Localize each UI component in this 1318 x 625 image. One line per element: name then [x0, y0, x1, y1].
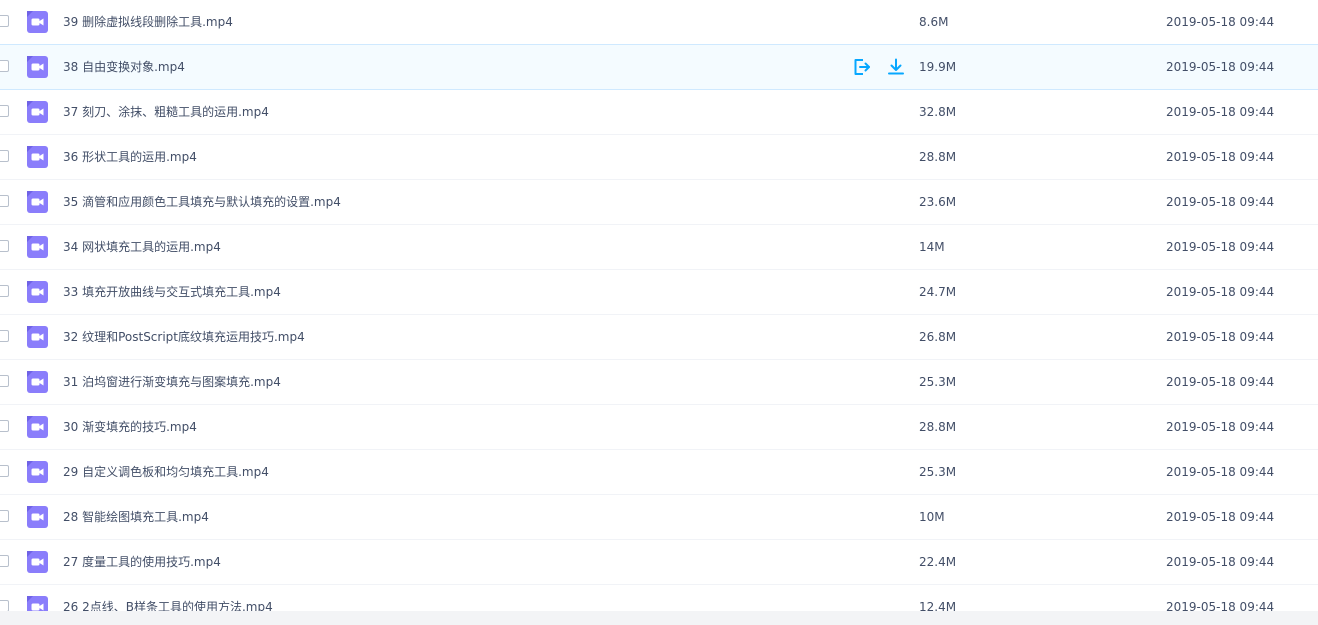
- file-row[interactable]: 26 2点线、B样条工具的使用方法.mp4 12.4M 2019-05-18 0…: [0, 585, 1318, 611]
- file-row[interactable]: 29 自定义调色板和均匀填充工具.mp4 25.3M 2019-05-18 09…: [0, 450, 1318, 495]
- file-list: 39 删除虚拟线段删除工具.mp4 8.6M 2019-05-18 09:44 …: [0, 0, 1318, 611]
- file-size: 8.6M: [919, 15, 949, 29]
- file-row[interactable]: 39 删除虚拟线段删除工具.mp4 8.6M 2019-05-18 09:44: [0, 0, 1318, 45]
- modified-date: 2019-05-18 09:44: [1166, 285, 1275, 299]
- file-size: 24.7M: [919, 285, 957, 299]
- row-checkbox[interactable]: [0, 240, 9, 252]
- video-file-icon: [27, 596, 48, 611]
- download-icon[interactable]: [886, 57, 906, 77]
- video-file-icon: [27, 371, 48, 393]
- modified-date: 2019-05-18 09:44: [1166, 375, 1275, 389]
- file-name[interactable]: 36 形状工具的运用.mp4: [63, 135, 197, 179]
- row-actions: [852, 57, 906, 77]
- row-checkbox[interactable]: [0, 150, 9, 162]
- video-file-icon: [27, 56, 48, 78]
- modified-date: 2019-05-18 09:44: [1166, 330, 1275, 344]
- file-size: 22.4M: [919, 555, 957, 569]
- row-checkbox[interactable]: [0, 465, 9, 477]
- video-file-icon: [27, 281, 48, 303]
- file-name[interactable]: 26 2点线、B样条工具的使用方法.mp4: [63, 585, 273, 611]
- file-size: 23.6M: [919, 195, 957, 209]
- share-icon[interactable]: [852, 57, 872, 77]
- row-checkbox[interactable]: [0, 420, 9, 432]
- video-file-icon: [27, 326, 48, 348]
- file-name[interactable]: 27 度量工具的使用技巧.mp4: [63, 540, 221, 584]
- video-file-icon: [27, 416, 48, 438]
- file-name[interactable]: 33 填充开放曲线与交互式填充工具.mp4: [63, 270, 281, 314]
- video-file-icon: [27, 146, 48, 168]
- file-name[interactable]: 39 删除虚拟线段删除工具.mp4: [63, 0, 233, 44]
- file-size: 28.8M: [919, 420, 957, 434]
- file-size: 26.8M: [919, 330, 957, 344]
- file-row[interactable]: 31 泊坞窗进行渐变填充与图案填充.mp4 25.3M 2019-05-18 0…: [0, 360, 1318, 405]
- file-name[interactable]: 37 刻刀、涂抹、粗糙工具的运用.mp4: [63, 90, 269, 134]
- file-row[interactable]: 34 网状填充工具的运用.mp4 14M 2019-05-18 09:44: [0, 225, 1318, 270]
- file-row[interactable]: 38 自由变换对象.mp4 19.9M 2019-05-18 09:44: [0, 44, 1318, 90]
- file-row[interactable]: 32 纹理和PostScript底纹填充运用技巧.mp4 26.8M 2019-…: [0, 315, 1318, 360]
- modified-date: 2019-05-18 09:44: [1166, 510, 1275, 524]
- video-file-icon: [27, 461, 48, 483]
- file-size: 19.9M: [919, 60, 957, 74]
- video-file-icon: [27, 551, 48, 573]
- file-row[interactable]: 35 滴管和应用颜色工具填充与默认填充的设置.mp4 23.6M 2019-05…: [0, 180, 1318, 225]
- file-name[interactable]: 32 纹理和PostScript底纹填充运用技巧.mp4: [63, 315, 305, 359]
- file-size: 32.8M: [919, 105, 957, 119]
- modified-date: 2019-05-18 09:44: [1166, 465, 1275, 479]
- row-checkbox[interactable]: [0, 105, 9, 117]
- file-row[interactable]: 30 渐变填充的技巧.mp4 28.8M 2019-05-18 09:44: [0, 405, 1318, 450]
- file-row[interactable]: 33 填充开放曲线与交互式填充工具.mp4 24.7M 2019-05-18 0…: [0, 270, 1318, 315]
- file-size: 25.3M: [919, 375, 957, 389]
- row-checkbox[interactable]: [0, 285, 9, 297]
- horizontal-scrollbar[interactable]: [0, 611, 1318, 625]
- row-checkbox[interactable]: [0, 15, 9, 27]
- file-name[interactable]: 31 泊坞窗进行渐变填充与图案填充.mp4: [63, 360, 281, 404]
- file-name[interactable]: 35 滴管和应用颜色工具填充与默认填充的设置.mp4: [63, 180, 341, 224]
- modified-date: 2019-05-18 09:44: [1166, 600, 1275, 611]
- file-name[interactable]: 28 智能绘图填充工具.mp4: [63, 495, 209, 539]
- file-row[interactable]: 37 刻刀、涂抹、粗糙工具的运用.mp4 32.8M 2019-05-18 09…: [0, 90, 1318, 135]
- file-size: 14M: [919, 240, 945, 254]
- file-size: 25.3M: [919, 465, 957, 479]
- video-file-icon: [27, 101, 48, 123]
- modified-date: 2019-05-18 09:44: [1166, 150, 1275, 164]
- file-size: 28.8M: [919, 150, 957, 164]
- modified-date: 2019-05-18 09:44: [1166, 15, 1275, 29]
- file-row[interactable]: 28 智能绘图填充工具.mp4 10M 2019-05-18 09:44: [0, 495, 1318, 540]
- modified-date: 2019-05-18 09:44: [1166, 420, 1275, 434]
- row-checkbox[interactable]: [0, 195, 9, 207]
- row-checkbox[interactable]: [0, 330, 9, 342]
- modified-date: 2019-05-18 09:44: [1166, 195, 1275, 209]
- file-name[interactable]: 34 网状填充工具的运用.mp4: [63, 225, 221, 269]
- file-name[interactable]: 38 自由变换对象.mp4: [63, 45, 185, 89]
- modified-date: 2019-05-18 09:44: [1166, 555, 1275, 569]
- row-checkbox[interactable]: [0, 600, 9, 611]
- file-row[interactable]: 36 形状工具的运用.mp4 28.8M 2019-05-18 09:44: [0, 135, 1318, 180]
- file-name[interactable]: 30 渐变填充的技巧.mp4: [63, 405, 197, 449]
- video-file-icon: [27, 506, 48, 528]
- file-size: 12.4M: [919, 600, 957, 611]
- row-checkbox[interactable]: [0, 60, 9, 72]
- file-row[interactable]: 27 度量工具的使用技巧.mp4 22.4M 2019-05-18 09:44: [0, 540, 1318, 585]
- row-checkbox[interactable]: [0, 555, 9, 567]
- video-file-icon: [27, 11, 48, 33]
- row-checkbox[interactable]: [0, 510, 9, 522]
- row-checkbox[interactable]: [0, 375, 9, 387]
- video-file-icon: [27, 191, 48, 213]
- file-size: 10M: [919, 510, 945, 524]
- modified-date: 2019-05-18 09:44: [1166, 240, 1275, 254]
- video-file-icon: [27, 236, 48, 258]
- modified-date: 2019-05-18 09:44: [1166, 60, 1275, 74]
- modified-date: 2019-05-18 09:44: [1166, 105, 1275, 119]
- file-name[interactable]: 29 自定义调色板和均匀填充工具.mp4: [63, 450, 269, 494]
